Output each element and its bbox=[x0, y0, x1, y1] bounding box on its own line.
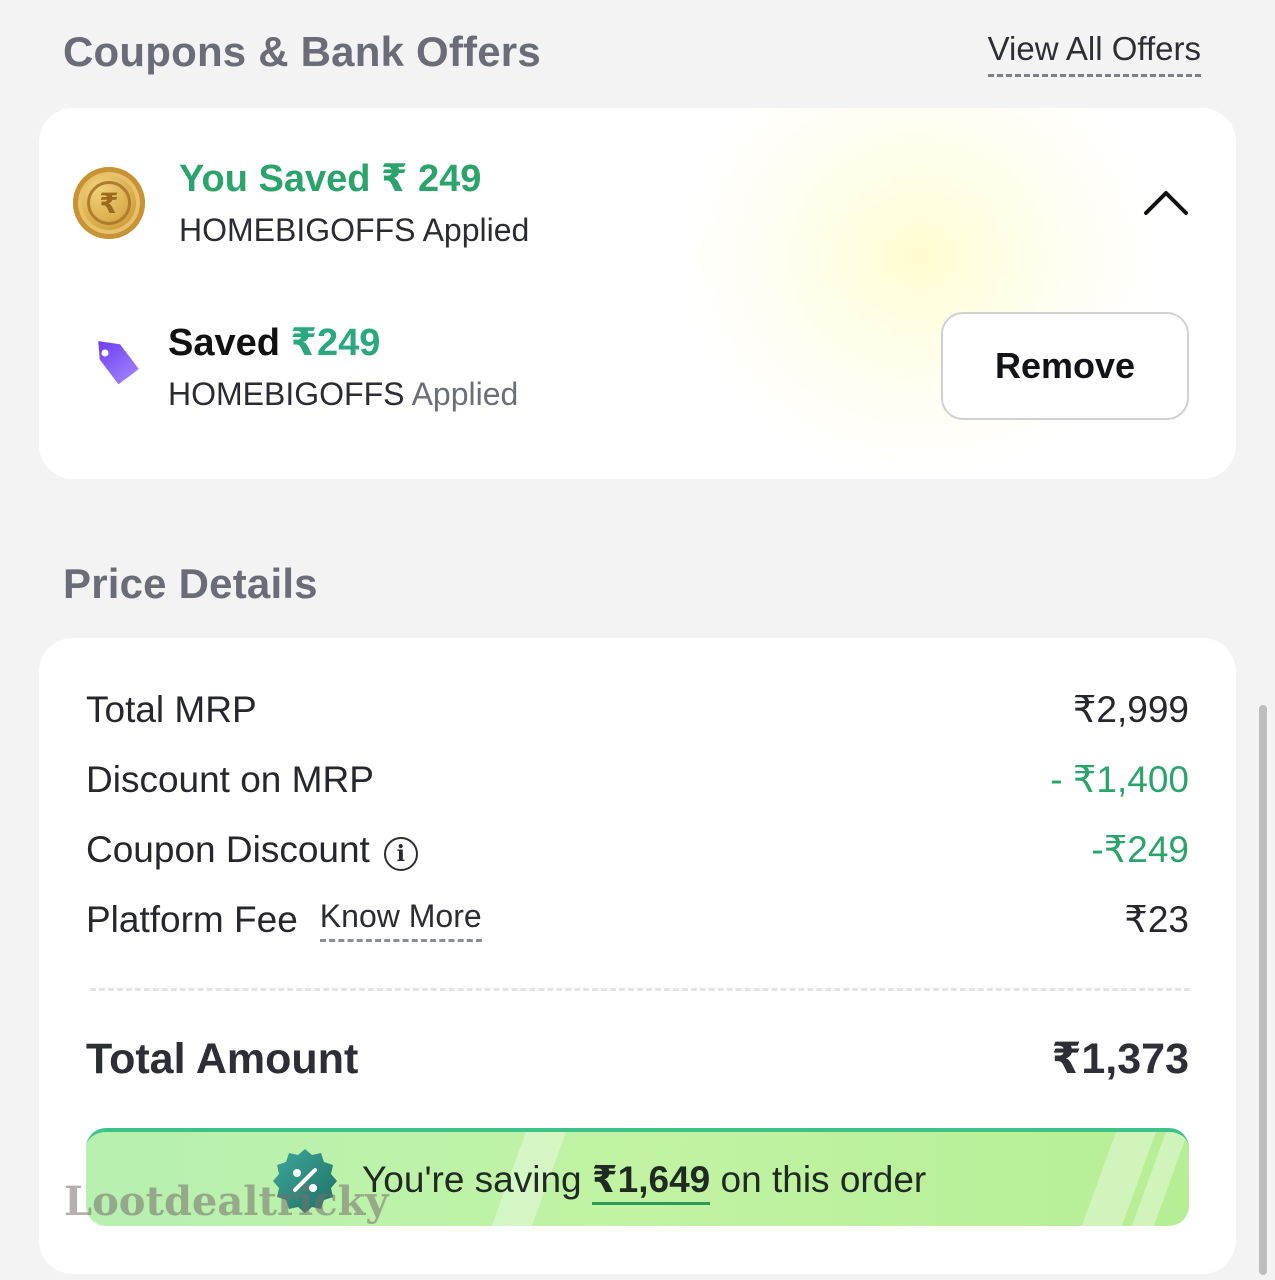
coupon-code: HOMEBIGOFFS bbox=[168, 376, 405, 412]
info-icon[interactable]: i bbox=[383, 837, 418, 871]
scrollbar[interactable] bbox=[1259, 705, 1267, 1275]
total-mrp-label: Total MRP bbox=[86, 689, 257, 730]
total-amount-label: Total Amount bbox=[86, 1035, 359, 1083]
rupee-coin-icon: ₹ bbox=[73, 167, 145, 239]
price-details-title: Price Details bbox=[63, 560, 318, 607]
saving-amount: ₹1,649 bbox=[591, 1159, 711, 1205]
platform-fee-label-wrap: Platform Fee Know More bbox=[86, 898, 482, 942]
price-tag-icon bbox=[98, 341, 139, 385]
coin-rupee-symbol: ₹ bbox=[87, 181, 131, 225]
discount-badge-icon bbox=[273, 1149, 337, 1213]
price-details-card: Total MRP ₹2,999 Discount on MRP - ₹1,40… bbox=[39, 638, 1236, 1274]
coupon-applied-label: Applied bbox=[411, 376, 519, 412]
price-row-coupon-discount: Coupon Discount i -₹249 bbox=[86, 828, 1189, 871]
saving-text: You're saving ₹1,649 on this order bbox=[362, 1158, 927, 1205]
saving-prefix: You're saving bbox=[362, 1159, 582, 1200]
saved-label: Saved bbox=[168, 322, 280, 364]
platform-fee-value: ₹23 bbox=[1124, 899, 1189, 940]
know-more-link[interactable]: Know More bbox=[319, 898, 482, 942]
price-row-platform-fee: Platform Fee Know More ₹23 bbox=[86, 898, 1189, 942]
coupon-card: ₹ You Saved ₹ 249 HOMEBIGOFFS Applied Sa… bbox=[39, 108, 1236, 479]
cart-price-page: Coupons & Bank Offers View All Offers ₹ … bbox=[0, 0, 1275, 1280]
saving-suffix: on this order bbox=[720, 1159, 927, 1200]
view-all-offers-link[interactable]: View All Offers bbox=[987, 30, 1201, 77]
discount-value: - ₹1,400 bbox=[1050, 759, 1189, 800]
price-row-discount: Discount on MRP - ₹1,400 bbox=[86, 758, 1189, 801]
you-saved-text: You Saved ₹ 249 bbox=[179, 158, 482, 200]
chevron-up-icon[interactable] bbox=[1143, 188, 1189, 216]
total-amount-row: Total Amount ₹1,373 bbox=[86, 1034, 1189, 1084]
discount-label: Discount on MRP bbox=[86, 759, 374, 800]
price-row-total-mrp: Total MRP ₹2,999 bbox=[86, 688, 1189, 731]
coupon-discount-label: Coupon Discount bbox=[86, 829, 370, 870]
saved-amount: ₹249 bbox=[290, 322, 381, 364]
platform-fee-label: Platform Fee bbox=[86, 899, 298, 940]
total-amount-value: ₹1,373 bbox=[1051, 1035, 1189, 1083]
coupon-discount-label-wrap: Coupon Discount i bbox=[86, 829, 418, 871]
dashed-divider bbox=[90, 988, 1190, 991]
coupon-saved-line: Saved ₹249 bbox=[168, 320, 380, 365]
card-glow bbox=[679, 108, 1159, 479]
saving-banner: You're saving ₹1,649 on this order bbox=[86, 1128, 1189, 1226]
coupons-section-title: Coupons & Bank Offers bbox=[63, 28, 541, 75]
coupon-applied-text: HOMEBIGOFFS Applied bbox=[179, 212, 530, 248]
remove-coupon-button[interactable]: Remove bbox=[941, 312, 1189, 420]
coupon-code-line: HOMEBIGOFFS Applied bbox=[168, 376, 518, 413]
total-mrp-value: ₹2,999 bbox=[1072, 689, 1189, 730]
coupon-discount-value: -₹249 bbox=[1091, 829, 1189, 870]
